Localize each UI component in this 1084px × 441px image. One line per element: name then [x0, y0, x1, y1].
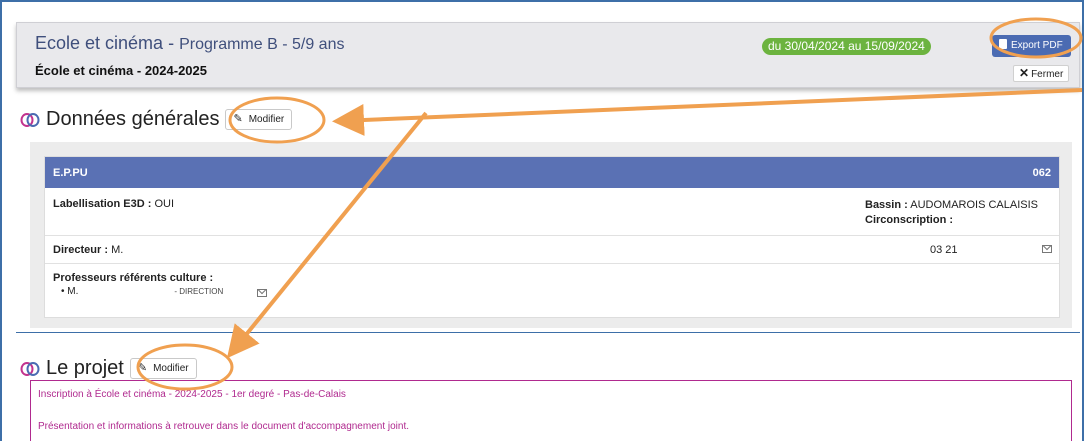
mail-icon[interactable]: [1042, 245, 1052, 253]
annotation-arrow-general: [332, 88, 1083, 136]
puzzle-icon: [20, 361, 40, 376]
puzzle-icon: [20, 112, 40, 127]
general-data-panel: E.P.PU 062 Labellisation E3D : OUI Bassi…: [30, 142, 1072, 328]
labellisation: Labellisation E3D : OUI: [53, 198, 175, 210]
profs-row: Professeurs référents culture : • M. - DI…: [45, 264, 1059, 317]
modify-label: Modifier: [153, 363, 189, 374]
page-title: Ecole et cinéma - Programme B - 5/9 ans: [35, 33, 344, 54]
telephone: 03 21: [930, 244, 958, 256]
section-general-heading: Données générales ✎ Modifier: [20, 108, 293, 131]
prof-mail-icon[interactable]: [257, 289, 267, 297]
profs-label: Professeurs référents culture :: [53, 272, 214, 284]
bassin-info: Bassin : AUDOMAROIS CALAISIS Circonscrip…: [865, 199, 1039, 226]
projet-description: Inscription à École et cinéma - 2024-202…: [30, 380, 1072, 441]
pencil-icon: ✎: [233, 113, 243, 125]
etablissement-card: E.P.PU 062 Labellisation E3D : OUI Bassi…: [44, 156, 1060, 318]
section-projet-title: Le projet: [46, 357, 124, 379]
section-divider: [16, 332, 1080, 333]
export-pdf-label: Export PDF: [1011, 40, 1063, 51]
modify-label: Modifier: [248, 114, 285, 125]
modify-projet-button[interactable]: ✎ Modifier: [129, 358, 197, 379]
etablissement-header: E.P.PU 062: [45, 157, 1059, 188]
projet-line-2: Présentation et informations à retrouver…: [38, 421, 410, 432]
directeur-row: Directeur : M. 03 21: [45, 236, 1059, 264]
title-main: Ecole et cinéma: [35, 33, 164, 53]
etablissement-name: E.P.PU: [53, 166, 88, 179]
export-pdf-button[interactable]: Export PDF: [992, 35, 1071, 57]
document-icon: [999, 39, 1007, 49]
program-name: Programme B - 5/9 ans: [179, 36, 345, 53]
projet-line-1: Inscription à École et cinéma - 2024-202…: [38, 389, 346, 400]
section-general-title: Données générales: [46, 108, 220, 130]
etablissement-code: 062: [1032, 166, 1051, 179]
close-button[interactable]: ✕ Fermer: [1013, 65, 1070, 82]
title-separator: -: [163, 33, 180, 53]
page-subtitle: École et cinéma - 2024-2025: [35, 63, 207, 78]
prof-item: • M. - DIRECTION: [61, 286, 224, 297]
close-label: Fermer: [1031, 69, 1064, 80]
section-projet-heading: Le projet ✎ Modifier: [20, 357, 197, 380]
modify-general-button[interactable]: ✎ Modifier: [225, 109, 293, 130]
page-header: Ecole et cinéma - Programme B - 5/9 ans …: [16, 22, 1080, 88]
labellisation-row: Labellisation E3D : OUI Bassin : AUDOMAR…: [45, 188, 1059, 236]
date-range-badge: du 30/04/2024 au 15/09/2024: [762, 38, 931, 55]
close-icon: ✕: [1019, 66, 1030, 80]
pencil-icon: ✎: [137, 362, 148, 374]
app-window: Ecole et cinéma - Programme B - 5/9 ans …: [0, 0, 1084, 441]
directeur: Directeur : M.: [53, 244, 124, 256]
